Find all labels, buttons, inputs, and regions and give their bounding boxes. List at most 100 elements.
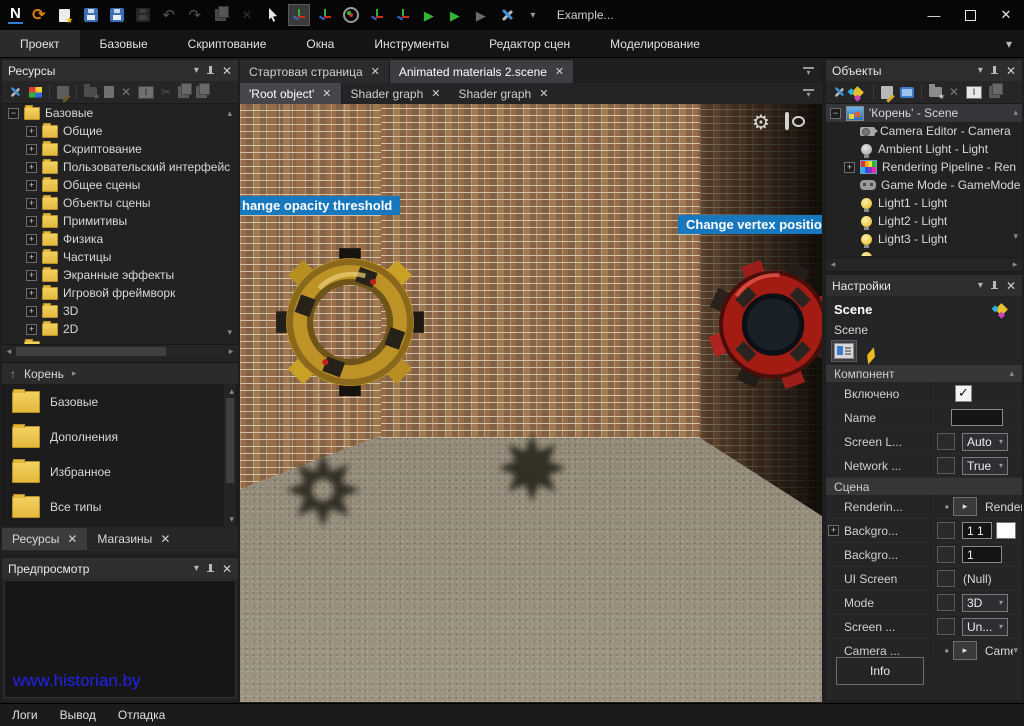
tab-resources[interactable]: Ресурсы✕ xyxy=(2,528,87,550)
viewport-camera-icon[interactable] xyxy=(785,112,789,130)
scroll-thumb[interactable] xyxy=(16,347,166,356)
close-button[interactable]: ✕ xyxy=(988,0,1024,30)
tree-item[interactable]: Примитивы xyxy=(2,212,238,230)
app-logo[interactable]: N xyxy=(8,6,23,24)
save-all-icon[interactable] xyxy=(107,5,127,25)
color-swatch[interactable] xyxy=(996,522,1016,539)
screen-label-dropdown[interactable]: Auto▾ xyxy=(962,433,1008,451)
tree-item[interactable]: Физика xyxy=(2,230,238,248)
close-icon[interactable]: ✕ xyxy=(1006,279,1016,293)
tree-item[interactable]: Game Mode - GameMode xyxy=(826,176,1022,194)
tab-root-object[interactable]: 'Root object'✕ xyxy=(240,83,342,104)
tree-item[interactable]: Общие xyxy=(2,122,238,140)
scroll-down-icon[interactable]: ▾ xyxy=(229,514,234,525)
tab-shader-graph-1[interactable]: Shader graph✕ xyxy=(342,83,450,104)
tree-item-partial[interactable] xyxy=(826,248,1022,256)
default-box[interactable] xyxy=(937,594,955,611)
close-icon[interactable]: ✕ xyxy=(67,532,77,546)
scroll-left-icon[interactable]: ◂ xyxy=(826,259,840,270)
expand-icon[interactable] xyxy=(26,288,37,299)
menu-scripting[interactable]: Скриптование xyxy=(168,30,287,57)
collapse-icon[interactable] xyxy=(830,108,841,119)
transform-tool-icon[interactable] xyxy=(851,86,864,99)
tree-item[interactable]: Пользовательский интерфейс xyxy=(2,158,238,176)
scroll-down-icon[interactable]: ▾ xyxy=(1013,231,1018,242)
list-item[interactable]: Избранное xyxy=(2,454,238,489)
select-cursor-icon[interactable] xyxy=(263,5,283,25)
statusbar-debug[interactable]: Отладка xyxy=(118,708,165,722)
close-icon[interactable]: ✕ xyxy=(371,65,380,78)
default-box[interactable] xyxy=(937,546,955,563)
chevron-down-icon[interactable]: ▾ xyxy=(194,65,199,76)
play-second-icon[interactable]: ▶ xyxy=(445,5,465,25)
menu-project[interactable]: Проект xyxy=(0,30,80,57)
menu-tools[interactable]: Инструменты xyxy=(354,30,469,57)
expand-reference-button[interactable]: ▸ xyxy=(953,641,977,660)
scroll-right-icon[interactable]: ▸ xyxy=(224,346,238,357)
scale-gizmo-icon[interactable] xyxy=(367,5,387,25)
transform-gizmo-icon[interactable] xyxy=(393,5,413,25)
tab-overflow-icon[interactable]: ▾ xyxy=(803,89,814,98)
close-icon[interactable]: ✕ xyxy=(539,87,548,100)
chevron-down-icon[interactable]: ▾ xyxy=(978,65,983,76)
tree-item[interactable]: Частицы xyxy=(2,248,238,266)
chevron-right-icon[interactable]: ▸ xyxy=(72,368,77,379)
scroll-up-icon[interactable]: ▴ xyxy=(1013,107,1018,118)
section-scene[interactable]: Сцена xyxy=(826,478,1022,495)
chevron-down-icon[interactable]: ▾ xyxy=(194,563,199,574)
expand-icon[interactable] xyxy=(26,198,37,209)
categories-icon[interactable] xyxy=(29,87,42,98)
preview-link[interactable]: www.historian.by xyxy=(13,671,141,691)
name-input[interactable] xyxy=(951,409,1003,426)
list-item[interactable]: Базовые xyxy=(2,384,238,419)
scroll-up-icon[interactable]: ▴ xyxy=(229,386,234,397)
minimize-button[interactable]: — xyxy=(916,0,952,30)
open-window-icon[interactable] xyxy=(900,87,914,98)
new-object-icon[interactable] xyxy=(929,87,942,97)
tree-item[interactable]: Camera Editor - Camera xyxy=(826,122,1022,140)
tree-item[interactable]: Rendering Pipeline - Ren xyxy=(826,158,1022,176)
tree-item[interactable]: Light2 - Light xyxy=(826,212,1022,230)
expand-icon[interactable] xyxy=(26,324,37,335)
tree-item[interactable]: Объекты сцены xyxy=(2,194,238,212)
settings-tools-icon[interactable] xyxy=(9,86,21,98)
pin-icon[interactable] xyxy=(991,281,998,291)
rotate-gizmo-icon[interactable] xyxy=(341,5,361,25)
objects-hscrollbar[interactable]: ◂ ▸ xyxy=(826,257,1022,271)
move-snap-gizmo-icon[interactable] xyxy=(315,5,335,25)
info-button[interactable]: Info xyxy=(836,657,924,685)
yellow-torus-object[interactable] xyxy=(260,242,440,396)
tree-item[interactable]: Общее сцены xyxy=(2,176,238,194)
toolbar-overflow-icon[interactable]: ▾ xyxy=(523,5,543,25)
scroll-down-icon[interactable]: ▾ xyxy=(227,327,232,338)
expand-icon[interactable] xyxy=(26,180,37,191)
expand-icon[interactable] xyxy=(26,216,37,227)
pin-icon[interactable] xyxy=(207,564,214,574)
scene-viewport[interactable]: hange opacity threshold Change vertex po… xyxy=(240,104,822,702)
chevron-down-icon[interactable]: ▾ xyxy=(978,280,983,291)
save-icon[interactable] xyxy=(81,5,101,25)
mode-dropdown[interactable]: 3D▾ xyxy=(962,594,1008,612)
list-item[interactable]: Все типы xyxy=(2,489,238,524)
event-label-vertex[interactable]: Change vertex positio xyxy=(678,215,822,234)
tools-icon[interactable] xyxy=(497,5,517,25)
expand-icon[interactable] xyxy=(26,270,37,281)
expand-icon[interactable] xyxy=(844,162,855,173)
scroll-up-icon[interactable]: ▴ xyxy=(227,108,232,119)
pin-icon[interactable] xyxy=(991,66,998,76)
properties-view-button[interactable] xyxy=(832,341,856,361)
expand-icon[interactable] xyxy=(26,144,37,155)
scroll-down-icon[interactable]: ▾ xyxy=(1013,645,1018,656)
statusbar-output[interactable]: Вывод xyxy=(60,708,96,722)
tree-item[interactable]: Базовые xyxy=(2,104,238,122)
breadcrumb[interactable]: Корень xyxy=(24,367,64,381)
viewport-settings-gear-icon[interactable]: ⚙ xyxy=(752,110,770,135)
scroll-right-icon[interactable]: ▸ xyxy=(1008,259,1022,270)
enabled-checkbox[interactable]: ✓ xyxy=(955,385,972,402)
network-dropdown[interactable]: True▾ xyxy=(962,457,1008,475)
menu-basic[interactable]: Базовые xyxy=(80,30,168,57)
tree-item[interactable]: Игровой фреймворк xyxy=(2,284,238,302)
pin-icon[interactable] xyxy=(207,66,214,76)
scroll-up-icon[interactable]: ▴ xyxy=(1009,368,1014,379)
play-icon[interactable]: ▶ xyxy=(419,5,439,25)
